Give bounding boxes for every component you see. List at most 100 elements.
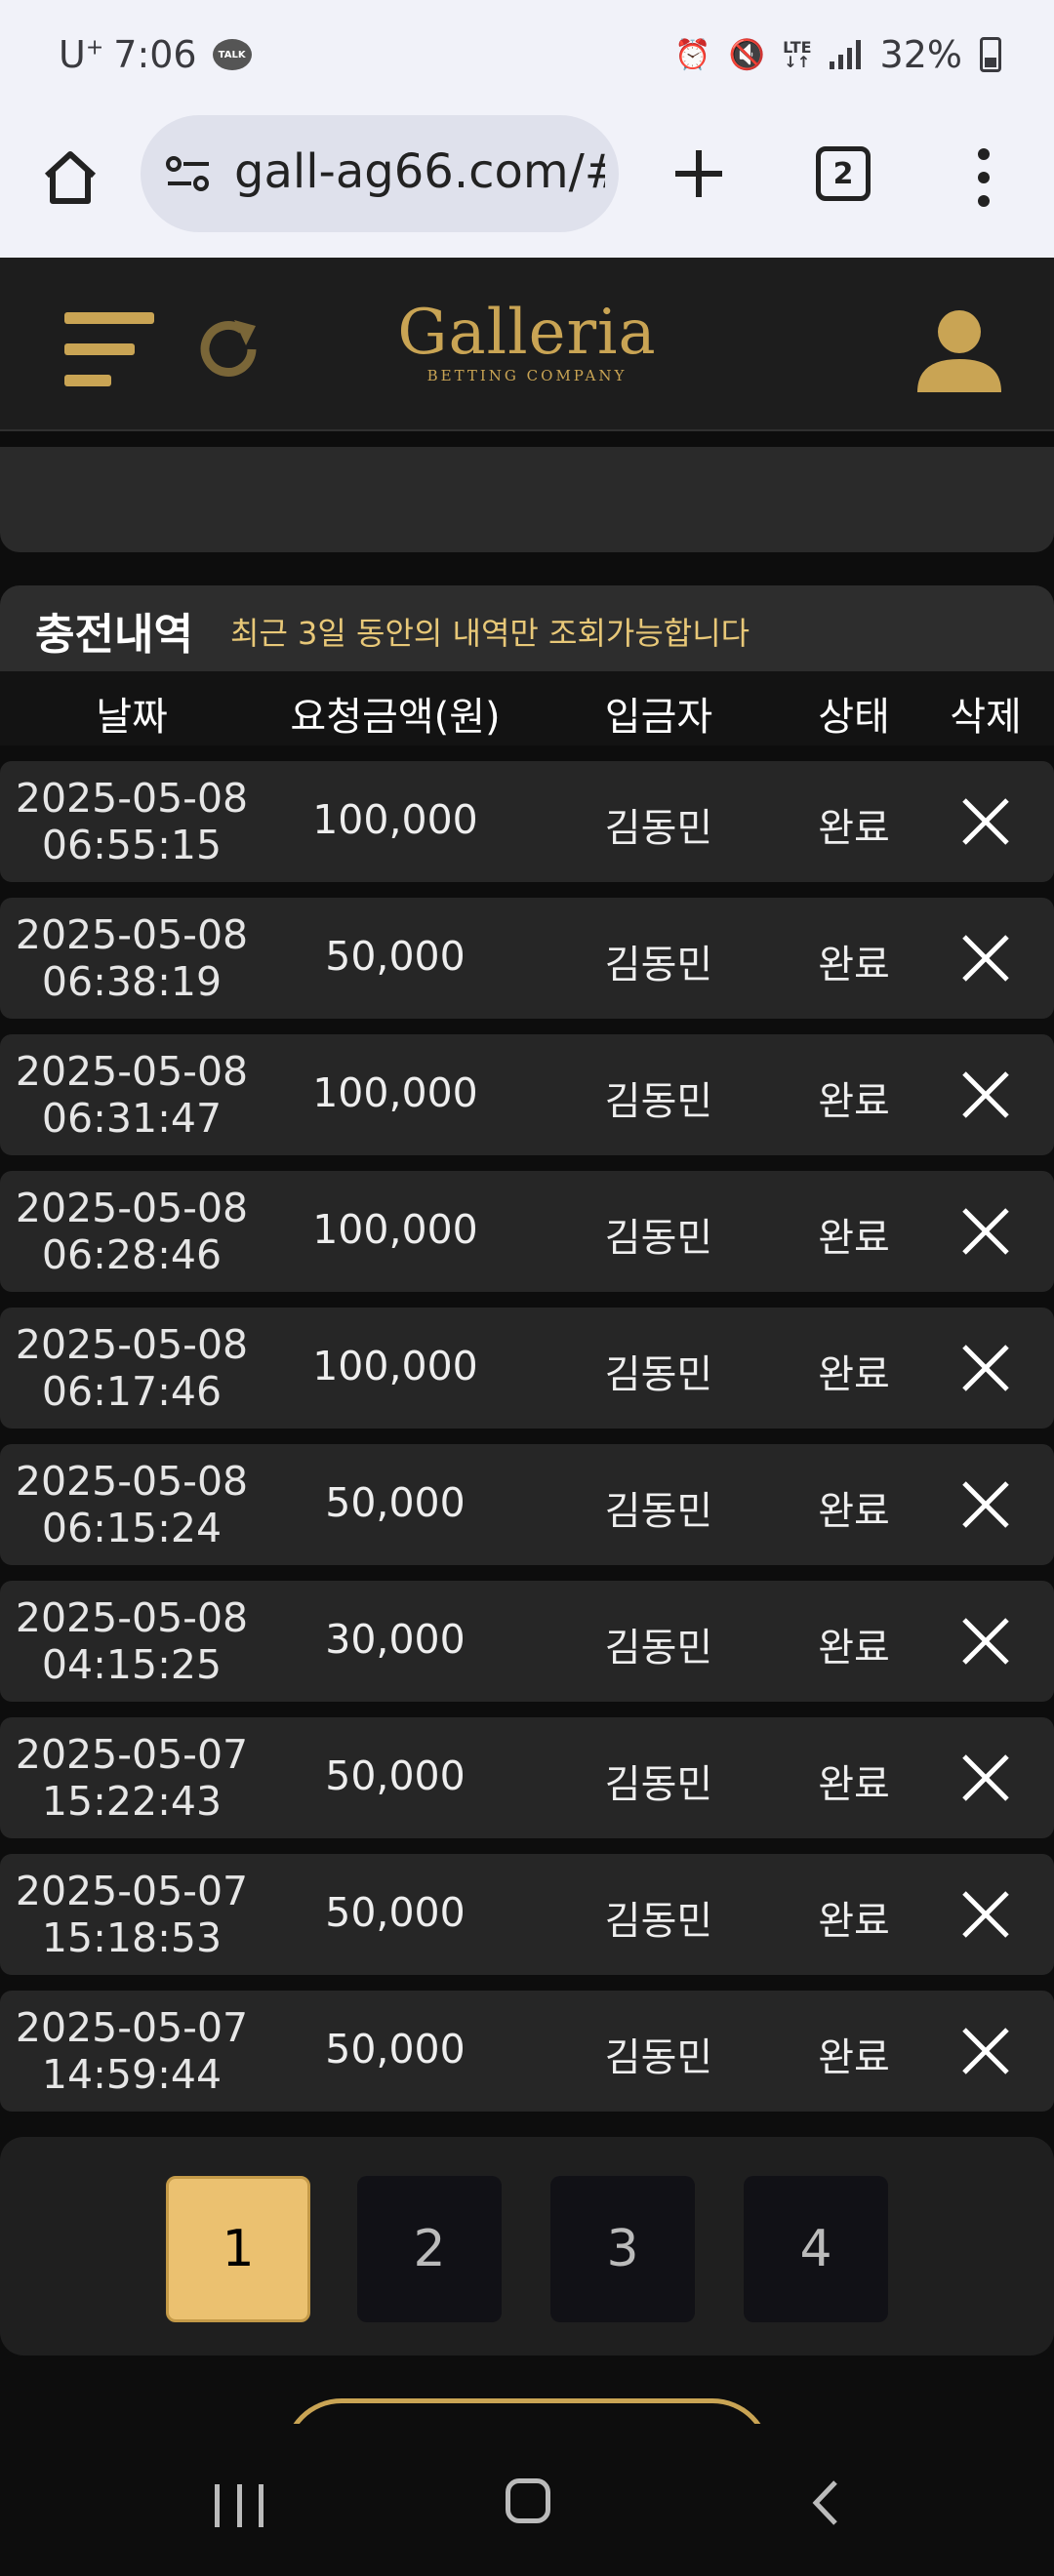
row-datetime: 2025-05-08 06:31:47 (15, 1048, 249, 1142)
system-nav-bar (0, 2430, 1054, 2576)
row-amount: 100,000 (312, 1069, 478, 1116)
site-settings-icon[interactable] (164, 154, 213, 193)
alarm-icon: ⏰ (674, 37, 711, 72)
browser-toolbar: gall-ag66.com/# 2 (0, 115, 1054, 258)
table-row: 2025-05-08 06:38:19 50,000 김동민 완료 (0, 898, 1054, 1019)
page-button-4[interactable]: 4 (744, 2176, 888, 2322)
row-amount: 50,000 (325, 1889, 466, 1936)
row-depositor: 김동민 (604, 1489, 713, 1534)
section-header: 충전내역 최근 3일 동안의 내역만 조회가능합니다 (0, 585, 1054, 671)
pagination: 1 2 3 4 (0, 2137, 1054, 2355)
row-datetime: 2025-05-07 15:22:43 (15, 1731, 249, 1825)
site-logo[interactable]: Galleria BETTING COMPANY (390, 299, 664, 384)
row-amount: 100,000 (312, 1206, 478, 1253)
table-row: 2025-05-07 14:59:44 50,000 김동민 완료 (0, 1991, 1054, 2112)
battery-icon (980, 37, 1001, 72)
row-depositor: 김동민 (604, 1216, 713, 1261)
table-row: 2025-05-07 15:18:53 50,000 김동민 완료 (0, 1854, 1054, 1975)
row-datetime: 2025-05-07 14:59:44 (15, 2004, 249, 2098)
close-icon[interactable] (956, 1752, 1015, 1803)
row-status: 완료 (818, 1899, 890, 1944)
page-button-1[interactable]: 1 (166, 2176, 310, 2322)
row-depositor: 김동민 (604, 2035, 713, 2080)
row-depositor: 김동민 (604, 1079, 713, 1124)
close-icon[interactable] (956, 1616, 1015, 1667)
row-amount: 50,000 (325, 933, 466, 980)
row-status: 완료 (818, 1489, 890, 1534)
address-bar[interactable]: gall-ag66.com/# (141, 115, 619, 232)
hamburger-icon[interactable] (64, 312, 154, 390)
site-header: Galleria BETTING COMPANY (0, 258, 1054, 431)
more-vert-icon[interactable] (966, 148, 1001, 207)
mute-icon: 🔇 (728, 37, 766, 72)
row-amount: 100,000 (312, 1343, 478, 1389)
carrier-label: U+ (59, 33, 104, 76)
header-delete: 삭제 (950, 695, 1022, 740)
row-datetime: 2025-05-08 06:55:15 (15, 775, 249, 868)
header-date: 날짜 (96, 695, 168, 740)
close-icon[interactable] (956, 1343, 1015, 1393)
close-icon[interactable] (956, 796, 1015, 847)
row-amount: 100,000 (312, 796, 478, 843)
kakaotalk-icon: TALK (212, 39, 252, 70)
status-bar: U+ 7:06 TALK ⏰ 🔇 LTE ↓↑ 32% (0, 0, 1054, 115)
plus-icon[interactable] (668, 142, 730, 205)
header-status: 상태 (818, 695, 890, 740)
header-amount: 요청금액(원) (290, 695, 501, 740)
row-status: 완료 (818, 1079, 890, 1124)
row-amount: 50,000 (325, 2026, 466, 2073)
close-icon[interactable] (956, 1206, 1015, 1257)
row-datetime: 2025-05-08 04:15:25 (15, 1594, 249, 1688)
row-depositor: 김동민 (604, 806, 713, 851)
table-row: 2025-05-08 06:17:46 100,000 김동민 완료 (0, 1308, 1054, 1429)
row-datetime: 2025-05-08 06:28:46 (15, 1185, 249, 1278)
deposit-history-list: 2025-05-08 06:55:15 100,000 김동민 완료 2025-0… (0, 761, 1054, 2127)
signal-icon (829, 40, 861, 69)
row-datetime: 2025-05-07 15:18:53 (15, 1868, 249, 1961)
row-status: 완료 (818, 2035, 890, 2080)
close-icon[interactable] (956, 933, 1015, 984)
row-status: 완료 (818, 1626, 890, 1670)
section-note: 최근 3일 동안의 내역만 조회가능합니다 (230, 615, 750, 652)
tab-switcher-button[interactable]: 2 (816, 146, 871, 201)
row-status: 완료 (818, 1762, 890, 1807)
row-depositor: 김동민 (604, 1899, 713, 1944)
table-row: 2025-05-08 06:15:24 50,000 김동민 완료 (0, 1444, 1054, 1565)
table-row: 2025-05-08 06:31:47 100,000 김동민 완료 (0, 1034, 1054, 1155)
row-depositor: 김동민 (604, 1762, 713, 1807)
row-status: 완료 (818, 1352, 890, 1397)
nav-home-icon[interactable] (506, 2478, 550, 2523)
close-icon[interactable] (956, 1889, 1015, 1940)
row-amount: 50,000 (325, 1479, 466, 1526)
row-status: 완료 (818, 806, 890, 851)
row-status: 완료 (818, 943, 890, 987)
clock: 7:06 (113, 33, 197, 76)
row-datetime: 2025-05-08 06:17:46 (15, 1321, 249, 1415)
row-datetime: 2025-05-08 06:38:19 (15, 911, 249, 1005)
page-button-2[interactable]: 2 (357, 2176, 502, 2322)
table-row: 2025-05-08 04:15:25 30,000 김동민 완료 (0, 1581, 1054, 1702)
user-icon[interactable] (913, 304, 1005, 396)
table-header: 날짜 요청금액(원) 입금자 상태 삭제 (0, 671, 1054, 745)
url-text[interactable]: gall-ag66.com/# (234, 144, 605, 199)
page-button-3[interactable]: 3 (550, 2176, 695, 2322)
close-icon[interactable] (956, 1069, 1015, 1120)
table-row: 2025-05-07 15:22:43 50,000 김동민 완료 (0, 1717, 1054, 1838)
notice-banner (0, 447, 1054, 552)
row-depositor: 김동민 (604, 943, 713, 987)
refresh-icon[interactable] (191, 310, 269, 388)
row-amount: 50,000 (325, 1752, 466, 1799)
back-icon[interactable] (804, 2478, 849, 2527)
battery-percent: 32% (879, 33, 962, 76)
row-amount: 30,000 (325, 1616, 466, 1663)
row-datetime: 2025-05-08 06:15:24 (15, 1458, 249, 1551)
row-depositor: 김동민 (604, 1352, 713, 1397)
recent-apps-icon[interactable] (215, 2484, 264, 2527)
close-icon[interactable] (956, 2026, 1015, 2076)
table-row: 2025-05-08 06:28:46 100,000 김동민 완료 (0, 1171, 1054, 1292)
header-depositor: 입금자 (604, 695, 713, 740)
row-status: 완료 (818, 1216, 890, 1261)
close-icon[interactable] (956, 1479, 1015, 1530)
home-icon[interactable] (39, 146, 101, 209)
section-title: 충전내역 (35, 610, 193, 660)
